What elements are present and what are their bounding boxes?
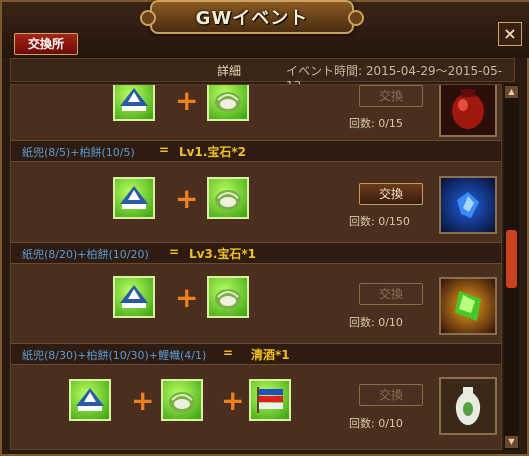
scrollbar[interactable]: ▲ ▼ [504,84,519,450]
equals-sign: = [159,143,170,157]
exchange-count: 回数: 0/10 [349,417,403,430]
close-button[interactable]: × [498,22,522,46]
window-title: GWイベント [195,8,309,29]
result-text: 清酒*1 [251,348,290,362]
scroll-down-icon[interactable]: ▼ [505,436,518,448]
tab-exchange[interactable]: 交換所 [14,33,78,55]
scroll-up-icon[interactable]: ▲ [505,86,518,98]
green-gem-icon [439,277,497,335]
kashiwa-mochi-icon [207,276,249,318]
result-text: Lv1.宝石*2 [179,145,247,159]
title-plate: GWイベント [140,0,364,34]
kashiwa-mochi-icon [207,85,249,121]
plus-icon: + [221,384,245,417]
exchange-button[interactable]: 交換 [359,384,423,406]
equals-sign: = [169,245,180,259]
row-header: 紙兜(8/5)+柏餅(10/5) = Lv1.宝石*2 [11,140,501,162]
plus-icon: + [175,182,199,215]
exchange-list: + 交換 回数: 0/15 紙兜(8/5)+柏餅(10/5) = Lv1.宝石*… [10,84,502,450]
requirement-text: 紙兜(8/30)+柏餅(10/30)+鯉幟(4/1) [22,349,207,362]
kabuto-icon [113,177,155,219]
info-bar: 詳細 イベント時間: 2015-04-29～2015-05-13 [10,58,515,93]
plus-icon: + [175,281,199,314]
kabuto-icon [113,276,155,318]
result-text: Lv3.宝石*1 [189,247,257,261]
kabuto-icon [69,379,111,421]
exchange-button[interactable]: 交換 [359,283,423,305]
plus-icon: + [131,384,155,417]
exchange-button[interactable]: 交換 [359,85,423,107]
requirement-text: 紙兜(8/20)+柏餅(10/20) [22,248,149,261]
exchange-count: 回数: 0/15 [349,117,403,130]
detail-link[interactable]: 詳細 [217,62,241,79]
exchange-button[interactable]: 交換 [359,183,423,205]
red-pouch-icon [439,85,497,137]
koinobori-icon [249,379,291,421]
title-bar: GWイベント 交換所 × [2,0,529,58]
blue-gem-icon [439,176,497,234]
requirement-text: 紙兜(8/5)+柏餅(10/5) [22,146,135,159]
kashiwa-mochi-icon [161,379,203,421]
plus-icon: + [175,84,199,117]
equals-sign: = [223,346,234,360]
sake-vase-icon [439,377,497,435]
exchange-count: 回数: 0/10 [349,316,403,329]
row-header: 紙兜(8/20)+柏餅(10/20) = Lv3.宝石*1 [11,242,501,264]
kabuto-icon [113,85,155,121]
exchange-count: 回数: 0/150 [349,215,410,228]
scroll-thumb[interactable] [506,230,517,288]
row-header: 紙兜(8/30)+柏餅(10/30)+鯉幟(4/1) = 清酒*1 [11,343,501,365]
kashiwa-mochi-icon [207,177,249,219]
exchange-window: GWイベント 交換所 × 詳細 イベント時間: 2015-04-29～2015-… [0,0,529,456]
